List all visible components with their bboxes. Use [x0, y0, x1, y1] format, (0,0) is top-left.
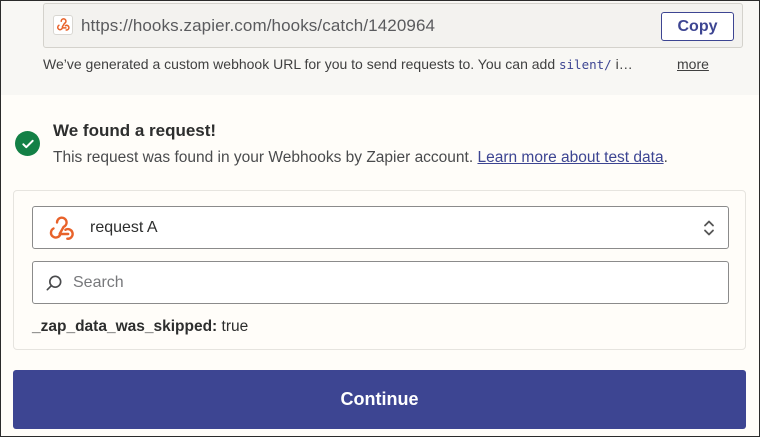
description-code: silent/ — [559, 57, 612, 72]
status-message-text: This request was found in your Webhooks … — [53, 149, 478, 166]
field-row: _zap_data_was_skipped: true — [32, 318, 248, 336]
webhook-url[interactable]: https://hooks.zapier.com/hooks/catch/142… — [81, 16, 435, 36]
request-card: request A _zap_data_was_skipped: true — [13, 190, 746, 350]
request-found-status: We found a request! This request was fou… — [15, 121, 755, 176]
continue-button[interactable]: Continue — [13, 370, 746, 429]
webhook-url-panel: https://hooks.zapier.com/hooks/catch/142… — [1, 1, 759, 95]
field-key: _zap_data_was_skipped: — [32, 318, 218, 335]
field-value: true — [221, 318, 249, 335]
learn-more-test-data-link[interactable]: Learn more about test data — [477, 149, 663, 166]
search-input[interactable] — [73, 270, 713, 296]
request-select-value: request A — [90, 219, 158, 236]
status-title: We found a request! — [53, 121, 217, 140]
description-suffix: i… — [611, 56, 633, 72]
webhook-icon — [53, 15, 73, 35]
copy-button[interactable]: Copy — [661, 12, 734, 41]
description-prefix: We’ve generated a custom webhook URL for… — [43, 56, 559, 72]
status-message: This request was found in your Webhooks … — [53, 149, 668, 167]
search-field[interactable] — [32, 261, 729, 304]
check-circle-icon — [15, 131, 40, 156]
webhook-description: We’ve generated a custom webhook URL for… — [43, 56, 683, 72]
search-icon — [46, 275, 62, 291]
webhook-url-box: https://hooks.zapier.com/hooks/catch/142… — [43, 3, 743, 48]
webhook-icon — [49, 216, 74, 240]
more-link[interactable]: more — [677, 56, 709, 72]
chevron-up-down-icon — [704, 220, 714, 236]
request-select[interactable]: request A — [32, 206, 729, 249]
status-message-end: . — [663, 149, 668, 166]
